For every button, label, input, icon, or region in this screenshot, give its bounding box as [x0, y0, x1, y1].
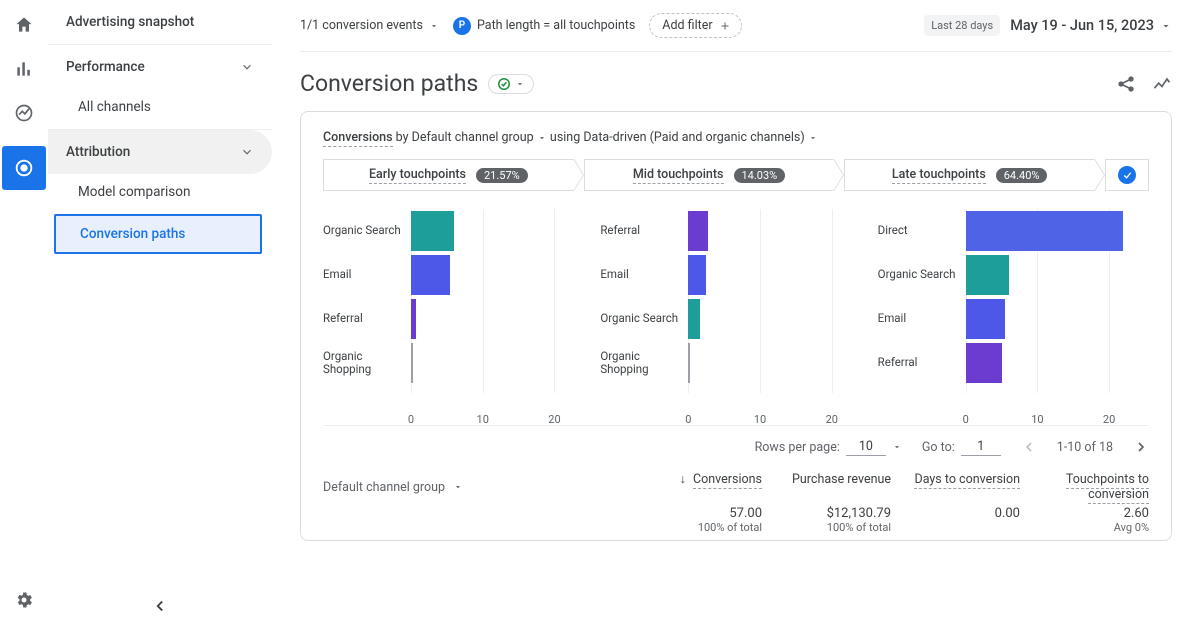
insights-icon[interactable] — [1152, 74, 1172, 94]
collapse-sidebar-button[interactable] — [48, 597, 272, 615]
rows-per-page-input[interactable] — [846, 438, 886, 456]
bar — [688, 299, 699, 339]
sidebar-item-snapshot[interactable]: Advertising snapshot — [48, 0, 272, 45]
bar-label: Email — [323, 268, 403, 281]
conversion-events-dropdown[interactable]: 1/1 conversion events — [300, 18, 439, 33]
table-subrow: 100% of total 100% of total Avg 0% — [323, 521, 1149, 534]
step-early[interactable]: Early touchpoints 21.57% — [323, 159, 574, 191]
goto-page[interactable]: Go to: — [922, 438, 1001, 456]
arrow-down-icon: ↓ — [680, 472, 686, 487]
rows-per-page[interactable]: Rows per page: — [755, 438, 902, 456]
sidebar: Advertising snapshot Performance All cha… — [48, 0, 272, 625]
bar-chart: DirectOrganic SearchEmailReferral01020 — [878, 209, 1149, 419]
goto-input[interactable] — [961, 438, 1001, 456]
sidebar-item-conversion-paths[interactable]: Conversion paths — [54, 214, 262, 254]
bar-chart: Referral Email Organic Search Organic Shopp… — [600, 209, 871, 419]
path-length-chip[interactable]: P Path length = all touchpoints — [453, 17, 635, 35]
gear-icon[interactable] — [13, 589, 35, 611]
step-check[interactable] — [1105, 159, 1149, 191]
bar-label: Email — [878, 312, 958, 325]
sidebar-section-attribution[interactable]: Attribution — [48, 130, 272, 174]
col-revenue[interactable]: Purchase revenue — [762, 472, 891, 502]
check-icon — [1118, 166, 1136, 184]
bar — [966, 299, 1005, 339]
home-icon[interactable] — [13, 14, 35, 36]
page-title-row: Conversion paths — [300, 52, 1172, 111]
sidebar-section-performance[interactable]: Performance — [48, 45, 272, 89]
page-next-icon[interactable] — [1133, 439, 1149, 455]
bar-label: Organic Shopping — [600, 350, 680, 376]
nav-label: Performance — [66, 59, 145, 75]
bar-label: Referral — [600, 224, 680, 237]
bar-label: Referral — [878, 356, 958, 369]
filter-bar: 1/1 conversion events P Path length = al… — [300, 0, 1172, 52]
sidebar-item-model-comparison[interactable]: Model comparison — [48, 174, 272, 210]
step-mid[interactable]: Mid touchpoints 14.03% — [584, 159, 835, 191]
col-touchpoints[interactable]: Touchpoints to conversion — [1020, 472, 1149, 502]
trend-icon[interactable] — [13, 102, 35, 124]
bar-label: Organic Search — [323, 224, 403, 237]
table-pager: Rows per page: Go to: 1-10 of 18 — [323, 425, 1149, 462]
bar — [966, 211, 1124, 251]
chart-card: Conversions by Default channel group usi… — [300, 111, 1172, 541]
bar-label: Direct — [878, 224, 958, 237]
card-heading[interactable]: Conversions by Default channel group usi… — [323, 130, 1149, 145]
chevron-up-icon — [240, 60, 254, 74]
bar — [411, 299, 416, 339]
attribution-icon[interactable] — [2, 146, 46, 190]
add-filter-button[interactable]: Add filter — [649, 13, 741, 38]
main-content: 1/1 conversion events P Path length = al… — [272, 0, 1200, 625]
nav-label: Attribution — [66, 144, 130, 160]
bar-label: Referral — [323, 312, 403, 325]
page-prev-icon[interactable] — [1021, 439, 1037, 455]
chevron-up-icon — [240, 145, 254, 159]
date-range-picker[interactable]: May 19 - Jun 15, 2023 — [1010, 17, 1172, 34]
table-row: 57.00 $12,130.79 0.00 2.60 — [323, 506, 1149, 521]
bar — [411, 255, 450, 295]
charts-row: Organic Search Email Referral Organic Shopp… — [323, 209, 1149, 419]
col-days[interactable]: Days to conversion — [891, 472, 1020, 502]
bar-label: Email — [600, 268, 680, 281]
bar — [688, 211, 708, 251]
bar-label: Organic Search — [878, 268, 958, 281]
bar — [688, 343, 689, 383]
col-conversions[interactable]: ↓ Conversions — [633, 472, 762, 502]
group-dropdown[interactable]: Default channel group — [323, 472, 633, 502]
bar — [966, 255, 1009, 295]
table-header: Default channel group ↓ Conversions Purc… — [323, 462, 1149, 506]
bar-chart-icon[interactable] — [13, 58, 35, 80]
bar — [966, 343, 1002, 383]
date-preset-chip: Last 28 days — [924, 15, 1000, 36]
p-badge-icon: P — [453, 17, 471, 35]
touchpoint-steps: Early touchpoints 21.57% Mid touchpoints… — [323, 159, 1149, 191]
step-late[interactable]: Late touchpoints 64.40% — [844, 159, 1095, 191]
bar — [688, 255, 706, 295]
bar-label: Organic Search — [600, 312, 680, 325]
bar — [411, 343, 413, 383]
bar-label: Organic Shopping — [323, 350, 403, 376]
bar — [411, 211, 454, 251]
nav-label: Advertising snapshot — [66, 14, 194, 30]
plus-icon — [719, 20, 731, 32]
status-chip[interactable] — [488, 74, 534, 94]
page-title: Conversion paths — [300, 70, 478, 97]
page-range: 1-10 of 18 — [1057, 440, 1113, 455]
bar-chart: Organic Search Email Referral Organic Shopp… — [323, 209, 594, 419]
share-icon[interactable] — [1116, 74, 1136, 94]
left-rail — [0, 0, 48, 625]
sidebar-item-all-channels[interactable]: All channels — [48, 89, 272, 130]
